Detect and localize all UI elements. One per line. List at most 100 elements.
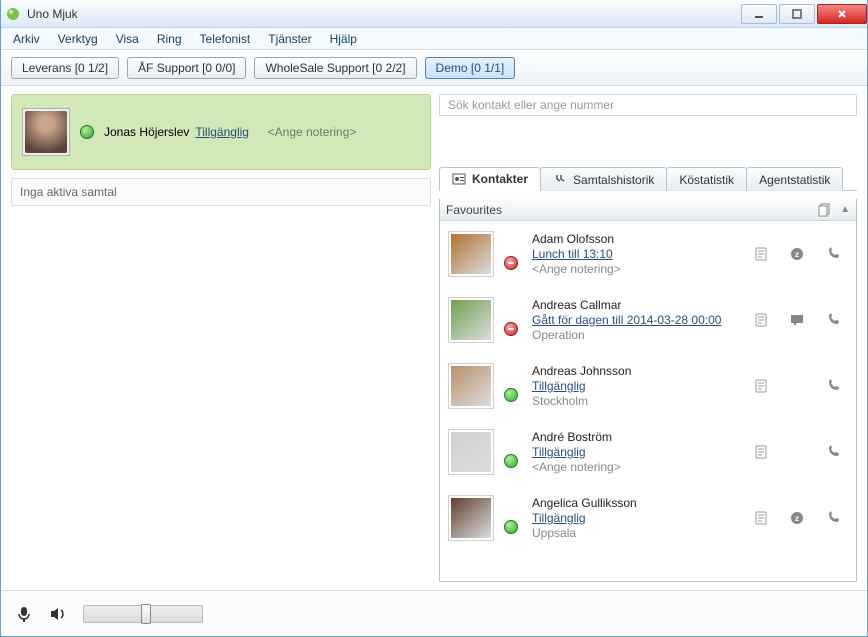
call-icon[interactable] — [824, 311, 842, 329]
call-icon[interactable] — [824, 443, 842, 461]
contact-note: Operation — [532, 328, 742, 342]
window-title: Uno Mjuk — [27, 7, 78, 21]
search-input[interactable]: Sök kontakt eller ange nummer — [439, 94, 857, 116]
menu-item-hjälp[interactable]: Hjälp — [322, 30, 365, 48]
contact-info: Adam OlofssonLunch till 13:10<Ange noter… — [532, 232, 742, 276]
footer — [1, 590, 867, 636]
contact-list[interactable]: Adam OlofssonLunch till 13:10<Ange noter… — [440, 221, 856, 581]
queue-button[interactable]: Demo [0 1/1] — [425, 57, 516, 79]
menu-item-telefonist[interactable]: Telefonist — [192, 30, 259, 48]
active-calls-panel: Inga aktiva samtal — [11, 178, 431, 206]
slider-thumb[interactable] — [141, 604, 151, 624]
volume-icon[interactable] — [49, 605, 67, 623]
contact-name: André Boström — [532, 430, 742, 444]
copy-icon[interactable] — [818, 203, 832, 217]
contact-row[interactable]: Andreas JohnssonTillgängligStockholm — [440, 353, 856, 419]
expand-icon[interactable]: ▲ — [840, 204, 850, 215]
contact-info: Andreas JohnssonTillgängligStockholm — [532, 364, 742, 408]
avatar — [448, 297, 494, 343]
tabs: Kontakter Samtalshistorik Köstatistik Agent… — [439, 166, 857, 191]
contact-name: Adam Olofsson — [532, 232, 742, 246]
tab-samtalshistorik[interactable]: Samtalshistorik — [540, 167, 667, 191]
contact-row[interactable]: Andreas CallmarGått för dagen till 2014-… — [440, 287, 856, 353]
app-icon — [5, 6, 21, 22]
note-icon[interactable] — [752, 245, 770, 263]
menu-item-verktyg[interactable]: Verktyg — [50, 30, 106, 48]
menu-item-tjänster[interactable]: Tjänster — [260, 30, 319, 48]
call-icon[interactable] — [824, 509, 842, 527]
chat-icon[interactable] — [788, 311, 806, 329]
svg-text:z: z — [795, 250, 799, 259]
tab-köstatistik[interactable]: Köstatistik — [666, 167, 747, 191]
tab-label: Köstatistik — [679, 173, 734, 187]
call-icon[interactable] — [824, 377, 842, 395]
menubar: ArkivVerktygVisaRingTelefonistTjänsterHj… — [1, 28, 867, 50]
queue-button[interactable]: ÅF Support [0 0/0] — [127, 57, 246, 79]
queue-bar: Leverans [0 1/2] ÅF Support [0 0/0] WholeS… — [1, 50, 867, 86]
sleep-icon[interactable]: z — [788, 509, 806, 527]
contact-row[interactable]: Angelica GullikssonTillgängligUppsala z — [440, 485, 856, 551]
contact-note: <Ange notering> — [532, 460, 742, 474]
menu-item-visa[interactable]: Visa — [108, 30, 147, 48]
tab-label: Agentstatistik — [759, 173, 830, 187]
note-icon[interactable] — [752, 377, 770, 395]
call-icon[interactable] — [824, 245, 842, 263]
contact-note: <Ange notering> — [532, 262, 742, 276]
contact-actions: z — [752, 509, 842, 527]
close-button[interactable] — [817, 4, 867, 24]
menu-item-ring[interactable]: Ring — [149, 30, 190, 48]
presence-dot-icon — [504, 520, 518, 534]
no-calls-label: Inga aktiva samtal — [20, 185, 117, 199]
my-presence-card: Jonas Höjerslev Tillgänglig <Ange noteri… — [11, 94, 431, 170]
contact-status-link[interactable]: Lunch till 13:10 — [532, 246, 742, 262]
titlebar: Uno Mjuk — [1, 0, 867, 28]
contact-actions — [752, 377, 842, 395]
contact-actions — [752, 311, 842, 329]
contact-status-link[interactable]: Tillgänglig — [532, 378, 742, 394]
note-icon[interactable] — [752, 311, 770, 329]
history-icon — [553, 173, 567, 187]
tab-label: Samtalshistorik — [573, 173, 654, 187]
list-header: Favourites ▲ — [440, 199, 856, 221]
contact-note: Uppsala — [532, 526, 742, 540]
avatar — [22, 108, 70, 156]
contact-info: Andreas CallmarGått för dagen till 2014-… — [532, 298, 742, 342]
spacer — [788, 443, 806, 461]
queue-button[interactable]: WholeSale Support [0 2/2] — [254, 57, 416, 79]
contact-name: Angelica Gulliksson — [532, 496, 742, 510]
note-icon[interactable] — [752, 509, 770, 527]
sleep-icon[interactable]: z — [788, 245, 806, 263]
contact-row[interactable]: Adam OlofssonLunch till 13:10<Ange noter… — [440, 221, 856, 287]
contact-info: Angelica GullikssonTillgängligUppsala — [532, 496, 742, 540]
note-icon[interactable] — [752, 443, 770, 461]
presence-dot-icon — [80, 125, 94, 139]
volume-slider[interactable] — [83, 605, 203, 623]
contact-row[interactable]: André BoströmTillgänglig<Ange notering> — [440, 419, 856, 485]
contacts-icon — [452, 172, 466, 186]
contact-status-link[interactable]: Tillgänglig — [532, 444, 742, 460]
contact-note: Stockholm — [532, 394, 742, 408]
avatar — [448, 363, 494, 409]
presence-dot-icon — [504, 256, 518, 270]
my-status-link[interactable]: Tillgänglig — [195, 125, 249, 139]
contact-status-link[interactable]: Tillgänglig — [532, 510, 742, 526]
minimize-button[interactable] — [741, 4, 777, 24]
mic-icon[interactable] — [15, 605, 33, 623]
avatar — [448, 429, 494, 475]
contact-info: André BoströmTillgänglig<Ange notering> — [532, 430, 742, 474]
queue-button[interactable]: Leverans [0 1/2] — [11, 57, 119, 79]
presence-dot-icon — [504, 322, 518, 336]
my-name: Jonas Höjerslev — [104, 125, 189, 139]
tab-label: Kontakter — [472, 172, 528, 186]
maximize-button[interactable] — [779, 4, 815, 24]
menu-item-arkiv[interactable]: Arkiv — [5, 30, 48, 48]
tab-agentstatistik[interactable]: Agentstatistik — [746, 167, 843, 191]
my-note-placeholder[interactable]: <Ange notering> — [268, 125, 357, 139]
contact-name: Andreas Callmar — [532, 298, 742, 312]
avatar — [448, 495, 494, 541]
contact-actions — [752, 443, 842, 461]
contact-status-link[interactable]: Gått för dagen till 2014-03-28 00:00 — [532, 312, 742, 328]
spacer — [788, 377, 806, 395]
tab-kontakter[interactable]: Kontakter — [439, 167, 541, 191]
avatar — [448, 231, 494, 277]
